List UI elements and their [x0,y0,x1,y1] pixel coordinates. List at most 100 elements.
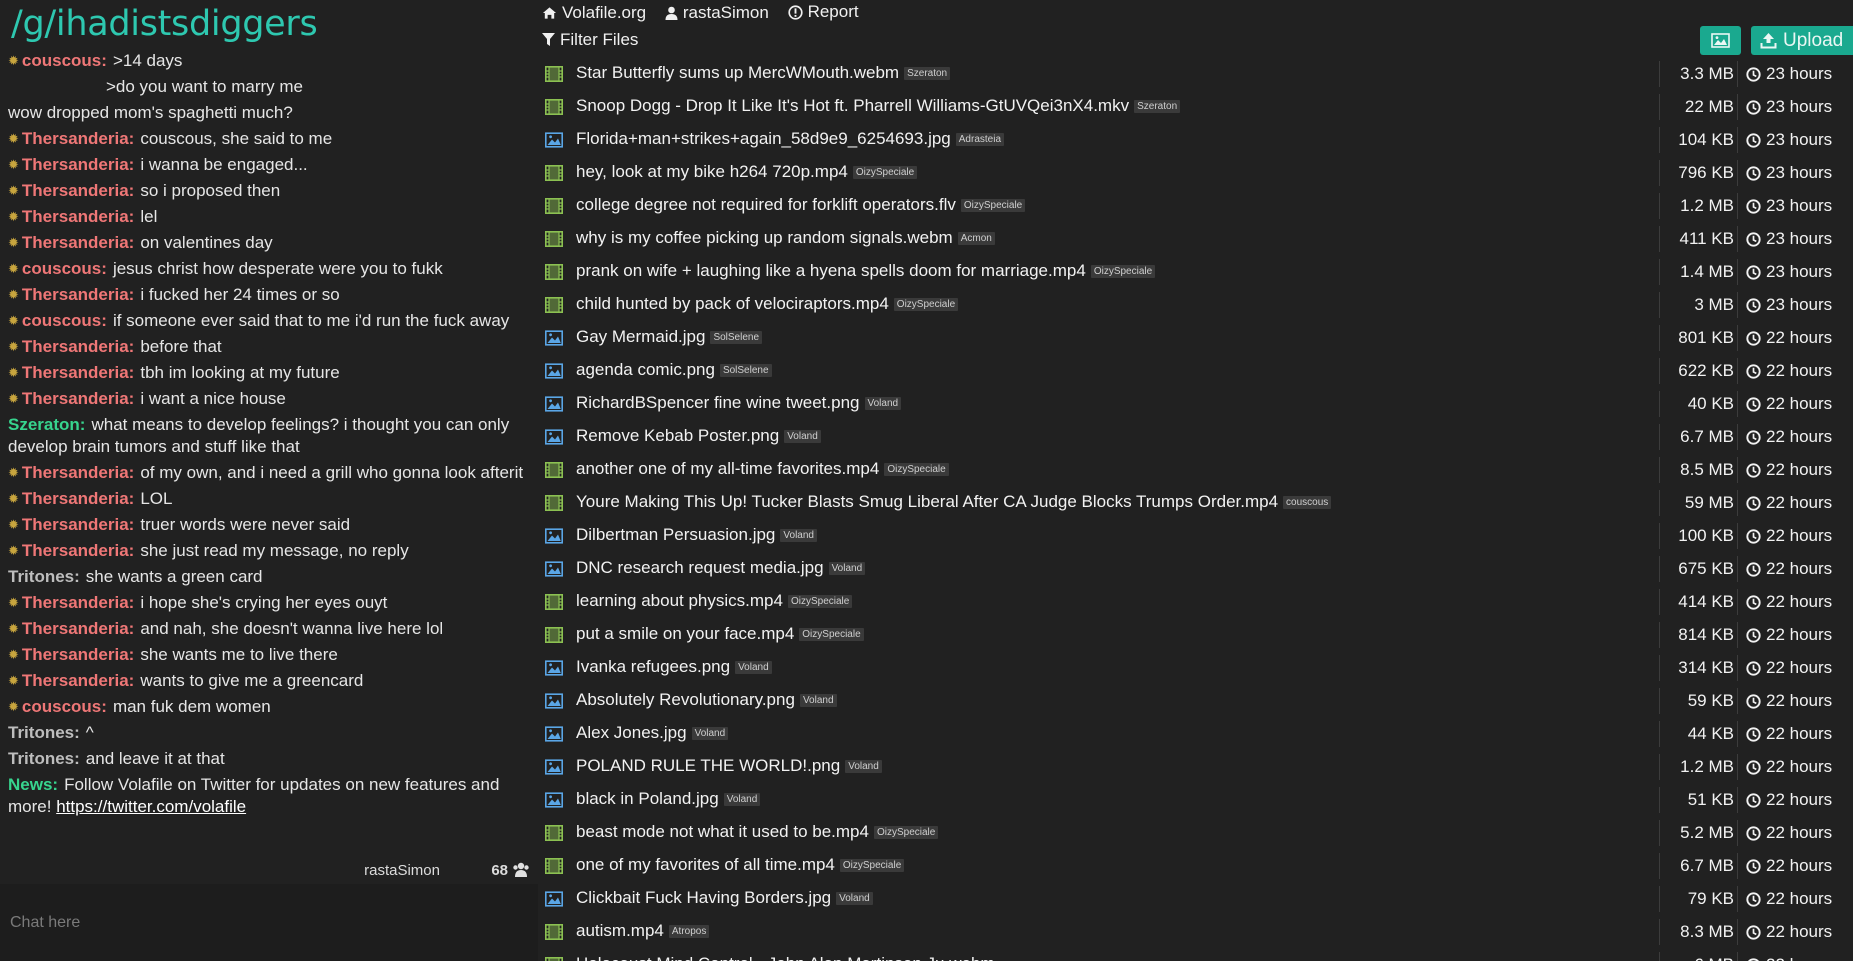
uploader-tag[interactable]: OizySpeciale [787,595,853,608]
uploader-tag[interactable]: Voland [784,430,821,443]
user-count[interactable]: 68 [491,862,508,879]
chat-nick[interactable]: Thersanderia: [22,389,134,408]
chat-nick[interactable]: Thersanderia: [22,337,134,356]
users-icon[interactable] [512,860,530,880]
chat-nick[interactable]: Thersanderia: [22,489,134,508]
nav-user-link[interactable]: rastaSimon [665,3,769,23]
file-name[interactable]: Absolutely Revolutionary.png Voland [576,690,837,710]
chat-nick[interactable]: Tritones: [8,567,80,586]
chat-nick[interactable]: Thersanderia: [22,593,134,612]
file-name[interactable]: beast mode not what it used to be.mp4 Oiz… [576,822,939,842]
chat-nick[interactable]: Thersanderia: [22,541,134,560]
uploader-tag[interactable]: Voland [845,760,882,773]
uploader-tag[interactable]: Acmon [957,232,995,245]
chat-nick[interactable]: couscous: [22,311,107,330]
chat-nick[interactable]: couscous: [22,259,107,278]
file-name[interactable]: Snoop Dogg - Drop It Like It's Hot ft. P… [576,96,1181,116]
file-row[interactable]: Florida+man+strikes+again_58d9e9_6254693… [538,124,1853,157]
file-name[interactable]: Youre Making This Up! Tucker Blasts Smug… [576,492,1332,512]
uploader-tag[interactable]: OizySpeciale [873,826,939,839]
file-row[interactable]: Remove Kebab Poster.png Voland 6.7 MB 22 ho… [538,421,1853,454]
chat-nick[interactable]: Thersanderia: [22,181,134,200]
uploader-tag[interactable]: Voland [780,529,817,542]
uploader-tag[interactable]: OizySpeciale [960,199,1026,212]
chat-nick[interactable]: couscous: [22,697,107,716]
uploader-tag[interactable]: Voland [723,793,761,806]
uploader-tag[interactable]: Voland [691,727,729,740]
file-name[interactable]: child hunted by pack of velociraptors.mp… [576,294,959,314]
file-name[interactable]: learning about physics.mp4 OizySpeciale [576,591,853,611]
uploader-tag[interactable]: OizySpeciale [1090,265,1156,278]
uploader-tag[interactable]: Szeraton [1134,100,1181,113]
file-row[interactable]: college degree not required for forklift… [538,190,1853,223]
file-name[interactable]: hey, look at my bike h264 720p.mp4 OizySp… [576,162,918,182]
file-row[interactable]: hey, look at my bike h264 720p.mp4 OizySp… [538,157,1853,190]
file-row[interactable]: Snoop Dogg - Drop It Like It's Hot ft. P… [538,91,1853,124]
uploader-tag[interactable]: OizySpeciale [799,628,864,641]
file-row[interactable]: Alex Jones.jpg Voland 44 KB 22 hours [538,718,1853,751]
file-name[interactable]: Florida+man+strikes+again_58d9e9_6254693… [576,129,1005,149]
file-row[interactable]: child hunted by pack of velociraptors.mp… [538,289,1853,322]
upload-button[interactable]: Upload [1751,26,1853,55]
chat-nick[interactable]: Tritones: [8,749,80,768]
file-name[interactable]: why is my coffee picking up random signa… [576,228,995,248]
file-row[interactable]: why is my coffee picking up random signa… [538,223,1853,256]
file-name[interactable]: Holocaust Mind Control - John Alan Marti… [576,954,995,961]
uploader-tag[interactable]: Voland [735,661,772,674]
file-name[interactable]: prank on wife + laughing like a hyena sp… [576,261,1156,281]
file-name[interactable]: Star Butterfly sums up MercWMouth.webm Sz… [576,63,951,83]
file-name[interactable]: POLAND RULE THE WORLD!.png Voland [576,756,882,776]
uploader-tag[interactable]: SolSelene [710,331,763,344]
uploader-tag[interactable]: Adrasteia [955,133,1005,146]
file-row[interactable]: learning about physics.mp4 OizySpeciale 41… [538,586,1853,619]
nav-report-link[interactable]: Report [787,2,859,22]
file-name[interactable]: Ivanka refugees.png Voland [576,657,772,677]
uploader-tag[interactable]: OizySpeciale [839,859,905,872]
file-row[interactable]: DNC research request media.jpg Voland 675 … [538,553,1853,586]
chat-nick[interactable]: News: [8,775,58,794]
file-row[interactable]: one of my favorites of all time.mp4 OizyS… [538,850,1853,883]
uploader-tag[interactable]: Voland [864,397,902,410]
uploader-tag[interactable]: OizySpeciale [893,298,959,311]
file-row[interactable]: Clickbait Fuck Having Borders.jpg Voland 7… [538,883,1853,916]
uploader-tag[interactable]: Voland [828,562,866,575]
uploader-tag[interactable]: OizySpeciale [884,463,949,476]
file-row[interactable]: Holocaust Mind Control - John Alan Marti… [538,949,1853,961]
uploader-tag[interactable]: Szeraton [904,67,951,80]
uploader-tag[interactable]: Voland [799,694,837,707]
chat-nick[interactable]: Thersanderia: [22,645,134,664]
filter-files-toggle[interactable]: Filter Files [542,30,638,50]
file-row[interactable]: black in Poland.jpg Voland 51 KB 22 hours [538,784,1853,817]
gallery-button[interactable] [1700,26,1741,55]
chat-nick[interactable]: couscous: [22,51,107,70]
file-name[interactable]: RichardBSpencer fine wine tweet.png Volan… [576,393,902,413]
file-row[interactable]: Star Butterfly sums up MercWMouth.webm Sz… [538,58,1853,91]
chat-nick[interactable]: Thersanderia: [22,671,134,690]
chat-nick[interactable]: Thersanderia: [22,207,134,226]
chat-nick[interactable]: Thersanderia: [22,619,134,638]
file-name[interactable]: DNC research request media.jpg Voland [576,558,866,578]
file-row[interactable]: Absolutely Revolutionary.png Voland 59 KB 2… [538,685,1853,718]
chat-nick[interactable]: Thersanderia: [22,363,134,382]
file-name[interactable]: black in Poland.jpg Voland [576,789,761,809]
uploader-tag[interactable]: Voland [836,892,873,905]
chat-input[interactable] [0,884,538,961]
file-row[interactable]: Gay Mermaid.jpg SolSelene 801 KB 22 hours [538,322,1853,355]
file-row[interactable]: put a smile on your face.mp4 OizySpeciale… [538,619,1853,652]
chat-nick[interactable]: Thersanderia: [22,285,134,304]
uploader-tag[interactable]: SolSelene [719,364,772,377]
file-row[interactable]: autism.mp4 Atropos 8.3 MB 22 hours [538,916,1853,949]
uploader-tag[interactable]: OizySpeciale [852,166,918,179]
uploader-tag[interactable]: Atropos [668,925,710,938]
file-row[interactable]: Dilbertman Persuasion.jpg Voland 100 KB 22 … [538,520,1853,553]
file-name[interactable]: Alex Jones.jpg Voland [576,723,729,743]
file-row[interactable]: agenda comic.png SolSelene 622 KB 22 hours [538,355,1853,388]
uploader-tag[interactable]: couscous [1283,496,1332,509]
file-name[interactable]: another one of my all-time favorites.mp4… [576,459,949,479]
file-name[interactable]: Gay Mermaid.jpg SolSelene [576,327,763,347]
file-name[interactable]: Remove Kebab Poster.png Voland [576,426,821,446]
file-name[interactable]: agenda comic.png SolSelene [576,360,772,380]
file-row[interactable]: beast mode not what it used to be.mp4 Oiz… [538,817,1853,850]
file-name[interactable]: autism.mp4 Atropos [576,921,710,941]
chat-nick[interactable]: Thersanderia: [22,515,134,534]
